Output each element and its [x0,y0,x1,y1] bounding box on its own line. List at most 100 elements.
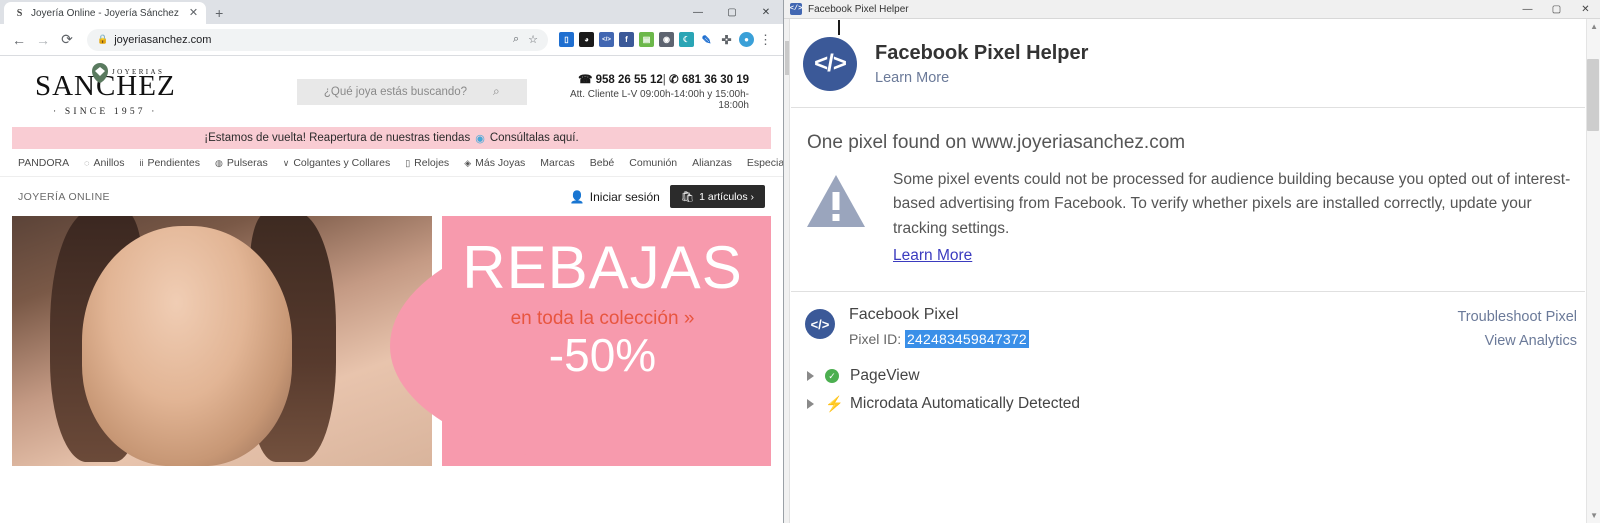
nav-item-bebe[interactable]: Bebé [590,157,615,169]
bookmark-star-icon[interactable]: ☆ [528,33,538,46]
tab-title: Joyería Online - Joyería Sánchez [31,7,179,19]
forward-icon[interactable]: → [32,29,54,51]
dark-reader-extension-icon[interactable]: ◕ [579,32,594,47]
hero-model-photo [12,216,432,466]
address-bar[interactable]: 🔒 joyeriasanchez.com ⌕ ☆ [87,28,548,51]
facebook-extension-icon[interactable]: f [619,32,634,47]
event-row-microdata[interactable]: ⚡ Microdata Automatically Detected [791,385,1585,413]
phone-separator: | [662,74,666,86]
warning-triangle-icon [805,172,867,230]
nav-item-label: Pulseras [226,157,268,169]
bitwarden-extension-icon[interactable]: ▯ [559,32,574,47]
view-analytics-link[interactable]: View Analytics [1457,333,1577,349]
event-label: Microdata Automatically Detected [850,395,1081,413]
nav-item-alianzas[interactable]: Alianzas [692,157,732,169]
nav-item-label: Relojes [414,157,450,169]
left-scrollbar[interactable] [784,19,790,523]
web-page-content: JOYERIAS SANCHEZ · SINCE 1957 · ¿Qué joy… [0,56,783,523]
pixel-helper-title: Facebook Pixel Helper [875,42,1089,64]
profile-avatar-icon[interactable]: ● [739,32,754,47]
troubleshoot-pixel-link[interactable]: Troubleshoot Pixel [1457,309,1577,325]
pixel-id-value[interactable]: 242483459847372 [905,330,1029,349]
gem-icon [92,63,108,83]
pen-extension-icon[interactable]: ✎ [699,32,714,47]
search-icon[interactable]: ⌕ [493,84,500,99]
cart-label: 1 artículos › [699,190,754,203]
site-search-box[interactable]: ¿Qué joya estás buscando? ⌕ [296,78,528,105]
pixel-helper-window-icon: </> [789,3,803,15]
nav-item-especial-madre[interactable]: Especial Madre [747,157,783,169]
scrollbar-thumb[interactable] [1587,59,1599,131]
promo-link[interactable]: Consúltalas aquí. [490,132,579,144]
zoom-icon[interactable]: ⌕ [513,33,519,46]
moon-extension-icon[interactable]: ☾ [679,32,694,47]
nav-item-anillos[interactable]: ◌ Anillos [84,157,124,169]
pixel-helper-window-controls: — ▢ ✕ [1513,0,1600,19]
nav-item-pendientes[interactable]: ii Pendientes [139,157,200,169]
pixel-helper-body: ▲ ▼ </> Facebook Pixel Helper Learn More… [784,19,1600,523]
browser-close-button[interactable]: ✕ [749,7,783,18]
text-caret [838,20,840,35]
event-row-pageview[interactable]: ✓ PageView [791,357,1585,385]
puzzle-extension-icon[interactable]: ✜ [719,32,734,47]
whatsapp-icon: ✆ [669,74,679,86]
nav-item-label: Pendientes [147,157,200,169]
nav-item-label: Anillos [93,157,125,169]
phone-number-1: 958 26 55 12 [595,74,663,86]
tab-favicon-icon: S [16,7,23,19]
nav-item-pandora[interactable]: PANDORA [18,157,69,169]
expand-caret-icon[interactable] [807,371,814,382]
login-button[interactable]: 👤 Iniciar sesión [570,190,660,204]
pixel-helper-close-button[interactable]: ✕ [1571,0,1600,19]
cart-button[interactable]: 🛍 1 artículos › [669,185,765,208]
hero-discount: -50% [548,329,657,381]
success-check-icon: ✓ [825,369,839,384]
keyboard-extension-icon[interactable]: ▤ [639,32,654,47]
login-label: Iniciar sesión [589,189,660,204]
expand-caret-icon[interactable] [807,399,814,410]
pixel-helper-extension-icon[interactable]: </> [599,32,614,47]
model-face [82,226,292,466]
scroll-down-icon[interactable]: ▼ [1590,511,1598,520]
hero-text-block: REBAJAS en toda la colección » -50% [442,238,763,381]
nav-item-label: PANDORA [18,157,70,169]
scroll-up-icon[interactable]: ▲ [1590,22,1598,31]
promo-text: ¡Estamos de vuelta! Reapertura de nuestr… [204,132,471,144]
hero-banner[interactable]: REBAJAS en toda la colección » -50% [12,216,771,466]
header-learn-more-link[interactable]: Learn More [875,70,1088,86]
customer-service-hours: Att. Cliente L-V 09:00h-14:00h y 15:00h-… [569,89,749,111]
nav-item-colgantes[interactable]: ∨ Colgantes y Collares [283,157,390,169]
site-logo[interactable]: JOYERIAS SANCHEZ · SINCE 1957 · [16,63,195,117]
nav-item-label: Comunión [629,157,678,169]
browser-menu-icon[interactable]: ⋮ [756,32,775,48]
reload-icon[interactable]: ⟳ [56,29,78,51]
tab-close-icon[interactable]: ✕ [189,7,198,19]
nav-item-pulseras[interactable]: ◍ Pulseras [215,157,268,169]
right-scrollbar[interactable]: ▲ ▼ [1586,19,1600,523]
browser-minimize-button[interactable]: — [681,7,715,18]
nav-item-marcas[interactable]: Marcas [540,157,574,169]
pixel-helper-titlebar: </> Facebook Pixel Helper — ▢ ✕ [784,0,1600,19]
pixel-helper-minimize-button[interactable]: — [1513,0,1542,19]
pixel-detail-row: </> Facebook Pixel Pixel ID: 24248345984… [791,20,1585,357]
nav-item-comunion[interactable]: Comunión [629,157,677,169]
back-icon[interactable]: ← [8,29,30,51]
nav-item-mas-joyas[interactable]: ◈ Más Joyas [464,157,525,169]
browser-tab[interactable]: S Joyería Online - Joyería Sánchez ✕ [4,2,207,24]
search-input[interactable]: ¿Qué joya estás buscando? [324,86,467,98]
warning-learn-more-link[interactable]: Learn More [893,247,972,265]
new-tab-button[interactable]: + [206,2,232,24]
browser-maximize-button[interactable]: ▢ [715,7,749,18]
nav-item-relojes[interactable]: ▯ Relojes [405,157,449,169]
promo-banner[interactable]: ¡Estamos de vuelta! Reapertura de nuestr… [12,127,771,149]
shopping-bag-icon: 🛍 [680,191,695,203]
nav-item-label: Especial Madre [746,157,783,169]
pixel-helper-maximize-button[interactable]: ▢ [1542,0,1571,19]
location-marker-icon: ◉ [475,132,485,145]
warning-block: Some pixel events could not be processed… [791,154,1585,265]
pixel-found-message: One pixel found on www.joyeriasanchez.co… [807,132,1186,153]
nav-item-label: Más Joyas [475,157,526,169]
globe-extension-icon[interactable]: ◉ [659,32,674,47]
user-icon: 👤 [569,189,585,204]
bracelet-icon: ◍ [215,157,223,168]
